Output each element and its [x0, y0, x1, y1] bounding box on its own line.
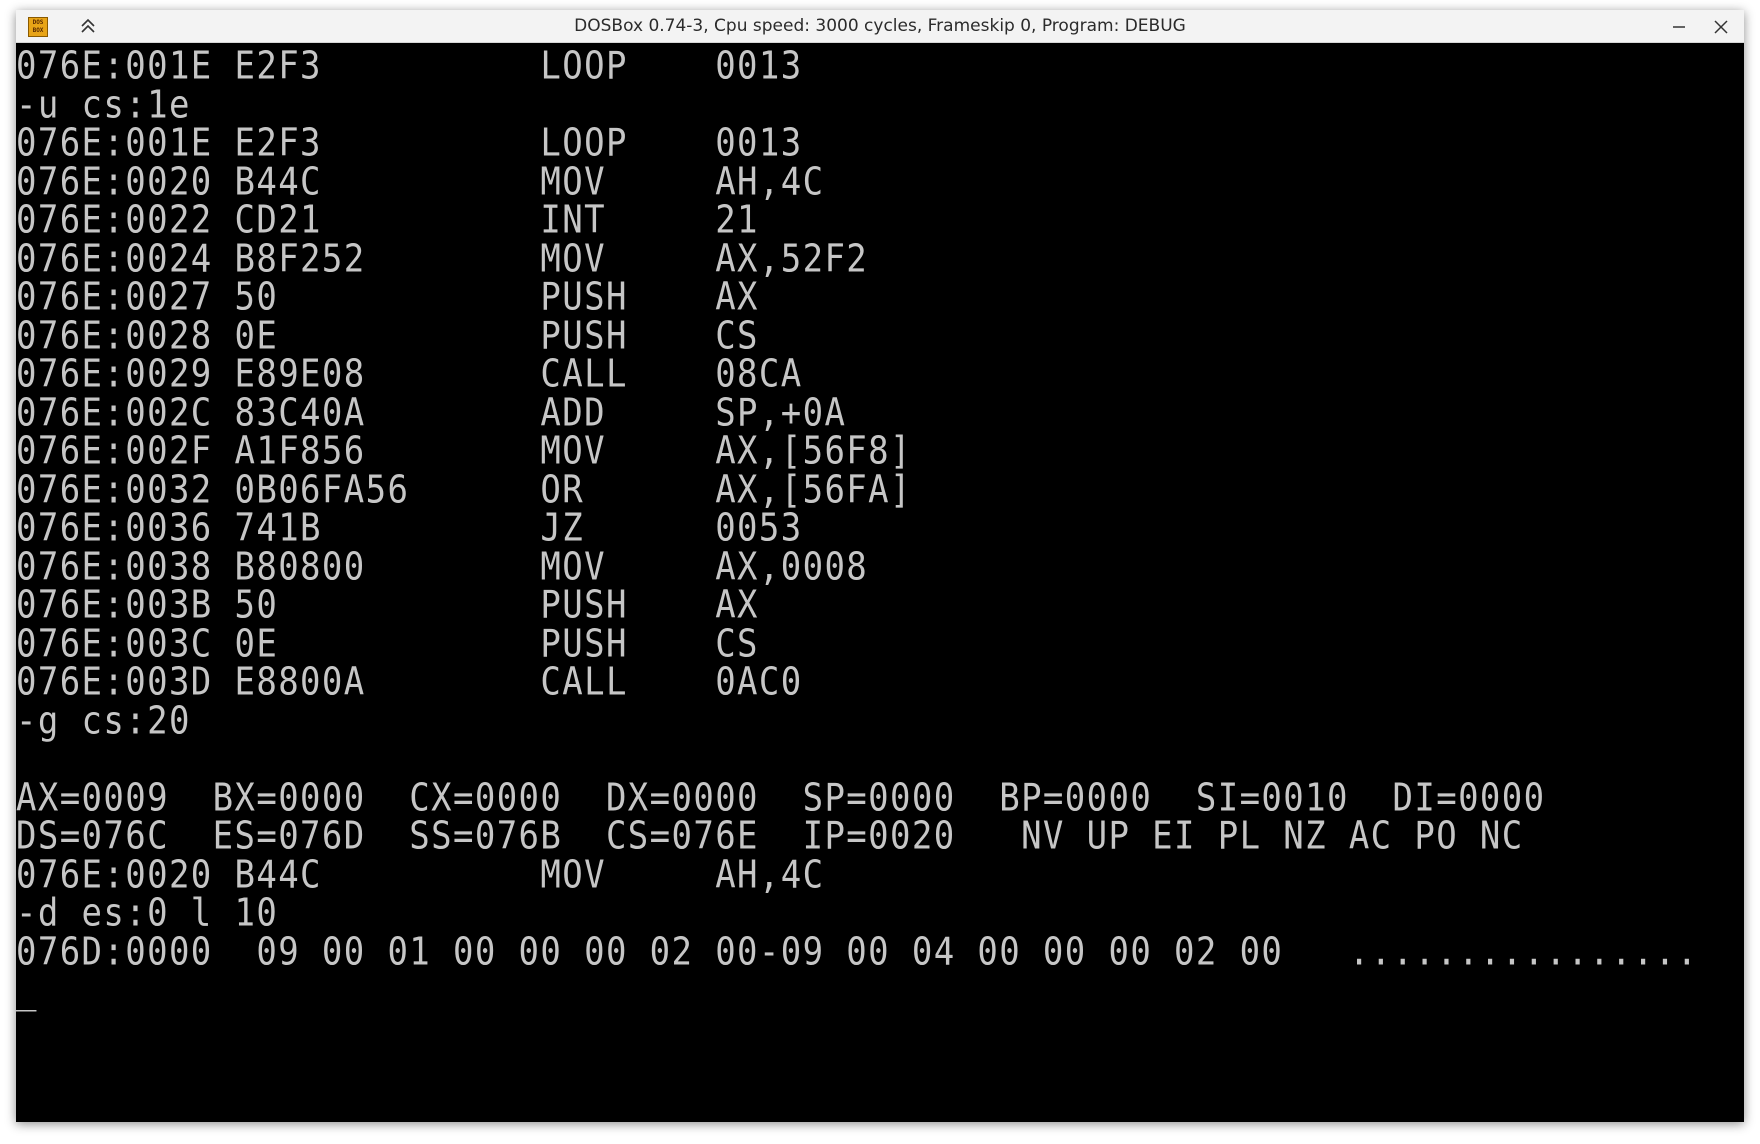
dosbox-window: DOS BOX DOSBox 0.74-3, Cpu speed: 3000 c…: [16, 10, 1744, 1122]
app-icon-text-top: DOS: [32, 19, 44, 26]
keep-above-icon[interactable]: [76, 14, 100, 38]
dosbox-app-icon[interactable]: DOS BOX: [28, 17, 48, 37]
close-icon: [1714, 20, 1728, 34]
minimize-icon: [1673, 26, 1685, 28]
window-title: DOSBox 0.74-3, Cpu speed: 3000 cycles, F…: [574, 16, 1186, 36]
terminal-prompt-line: _: [16, 967, 38, 1013]
title-bar[interactable]: DOS BOX DOSBox 0.74-3, Cpu speed: 3000 c…: [16, 10, 1744, 43]
close-button[interactable]: [1708, 14, 1734, 40]
dos-terminal[interactable]: 076E:001E E2F3 LOOP 0013 -u cs:1e 076E:0…: [16, 43, 1744, 1122]
minimize-button[interactable]: [1666, 14, 1692, 40]
app-icon-text-bottom: BOX: [32, 27, 44, 34]
terminal-line: 076D:0000 09 00 01 00 00 00 02 00-09 00 …: [16, 929, 1699, 975]
terminal-line: -g cs:20: [16, 698, 191, 744]
